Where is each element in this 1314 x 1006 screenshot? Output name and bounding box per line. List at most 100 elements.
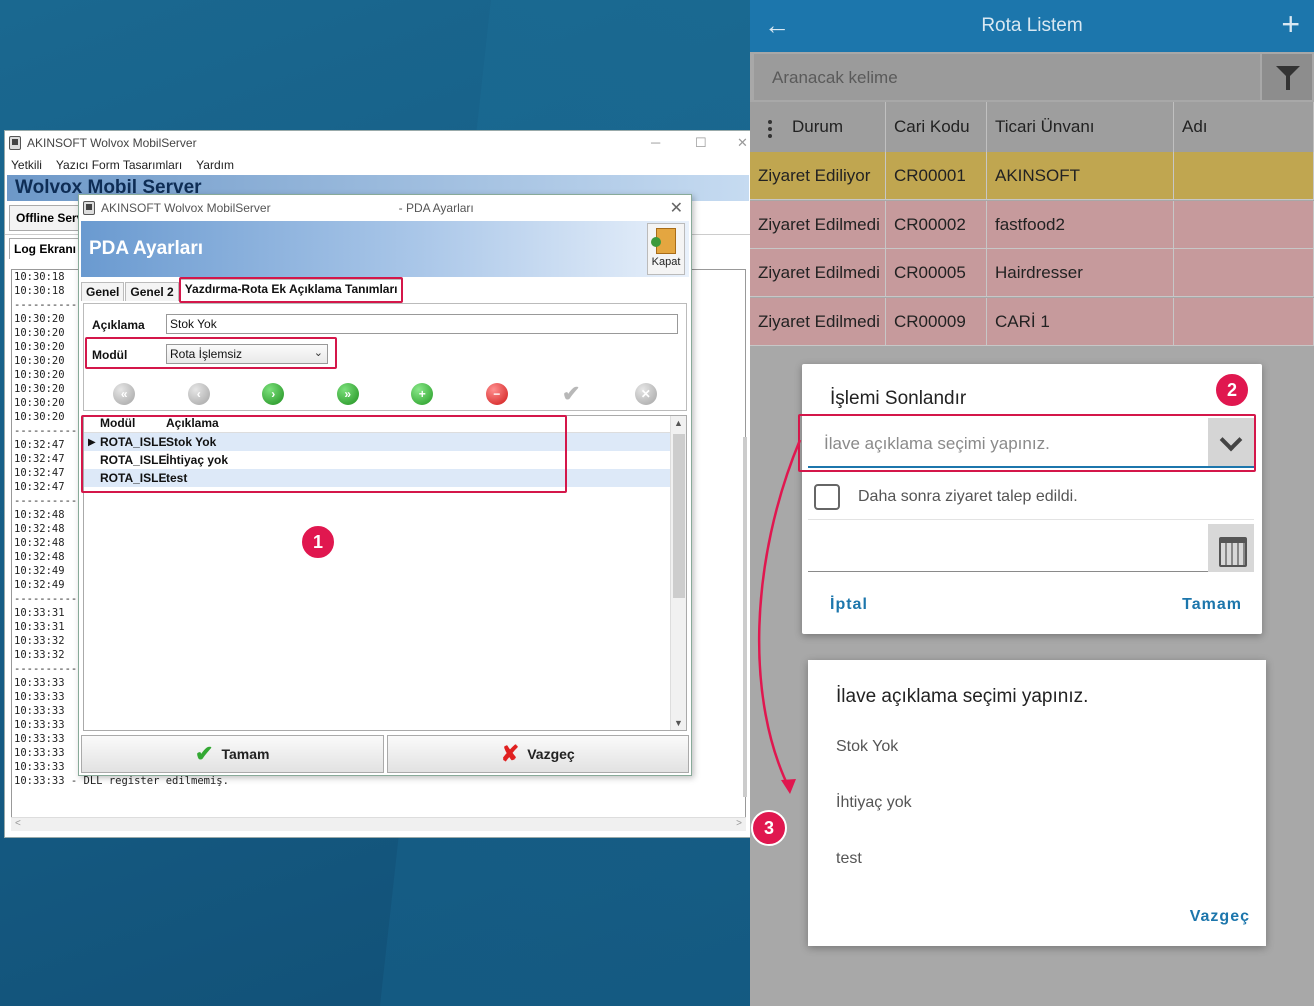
menu-yardim[interactable]: Yardım: [196, 158, 234, 172]
check-icon: ✔: [195, 741, 214, 766]
later-visit-row[interactable]: Daha sonra ziyaret talep edildi.: [808, 472, 1254, 520]
col-cari-kodu[interactable]: Cari Kodu: [886, 102, 987, 152]
minimize-icon[interactable]: ─: [651, 135, 660, 150]
app-bar: ← Rota Listem +: [750, 0, 1314, 52]
step-badge-3: 3: [751, 810, 787, 846]
close-icon[interactable]: ✕: [737, 135, 748, 151]
islemi-sonlandir-dialog: İşlemi Sonlandır İlave açıklama seçimi y…: [802, 364, 1262, 634]
pda-settings-dialog: AKINSOFT Wolvox MobilServer - PDA Ayarla…: [78, 194, 692, 776]
highlight-grid: [81, 415, 567, 493]
exit-door-icon: [651, 228, 676, 254]
navigator-bar: « ‹ › » + − ✔ ✕: [87, 381, 683, 407]
close-icon[interactable]: ✕: [670, 198, 683, 218]
search-placeholder: Aranacak kelime: [772, 68, 898, 87]
x-icon: ✘: [500, 741, 520, 766]
highlight-tab: [179, 277, 403, 303]
mobile-screen: ← Rota Listem + Aranacak kelime Durum Ca…: [750, 0, 1314, 1006]
grid-scrollbar[interactable]: ▲ ▼: [670, 416, 686, 730]
vazgec-button[interactable]: ✘ Vazgeç: [386, 735, 689, 773]
menu-yazici-form[interactable]: Yazıcı Form Tasarımları: [56, 158, 182, 172]
post-record-icon[interactable]: ✔: [560, 381, 582, 406]
pda-titlebar: AKINSOFT Wolvox MobilServer - PDA Ayarla…: [79, 195, 691, 221]
vertical-scrollbar[interactable]: [743, 437, 747, 797]
picker-option[interactable]: test: [836, 850, 862, 868]
add-icon[interactable]: +: [1281, 6, 1300, 43]
aciklama-label: Açıklama: [92, 318, 145, 332]
cell-ticari-unvani: fastfood2: [987, 200, 1174, 249]
scroll-left-icon[interactable]: <: [15, 818, 21, 829]
date-input[interactable]: [808, 524, 1254, 572]
tab-genel[interactable]: Genel: [81, 282, 125, 301]
pda-title-right: - PDA Ayarları: [398, 201, 474, 215]
prev-record-icon[interactable]: ‹: [187, 383, 210, 405]
cell-adi: [1174, 152, 1314, 200]
add-record-icon[interactable]: +: [411, 383, 434, 405]
highlight-modul: [85, 337, 337, 369]
app-icon: [9, 136, 21, 150]
picker-option[interactable]: Stok Yok: [836, 738, 898, 756]
horizontal-scrollbar[interactable]: < >: [11, 817, 746, 831]
cell-ticari-unvani: Hairdresser: [987, 249, 1174, 297]
vazgec-label: Vazgeç: [527, 746, 575, 762]
col-adi[interactable]: Adı: [1174, 102, 1314, 152]
pda-header-title: PDA Ayarları: [89, 238, 204, 259]
cell-adi: [1174, 249, 1314, 297]
cell-durum: Ziyaret Edilmedi: [750, 297, 886, 346]
col-durum[interactable]: Durum: [750, 102, 886, 152]
scroll-up-icon[interactable]: ▲: [674, 418, 683, 428]
app-bar-title: Rota Listem: [981, 15, 1083, 36]
maximize-icon[interactable]: ☐: [695, 135, 707, 151]
step-badge-1: 1: [300, 524, 336, 560]
log-line: 10:33:33 - DLL register edilmemiş.: [14, 775, 229, 787]
scroll-right-icon[interactable]: >: [736, 818, 742, 829]
main-window-title: AKINSOFT Wolvox MobilServer: [27, 136, 197, 150]
dialog-buttons: ✔ Tamam ✘ Vazgeç: [81, 735, 689, 773]
table-row[interactable]: Ziyaret Edilmedi CR00009 CARİ 1: [750, 297, 1314, 346]
picker-vazgec-button[interactable]: Vazgeç: [1190, 908, 1250, 926]
cell-cari-kodu: CR00001: [886, 152, 987, 200]
pda-header: PDA Ayarları Kapat: [81, 221, 689, 277]
later-visit-label: Daha sonra ziyaret talep edildi.: [858, 488, 1078, 505]
cell-ticari-unvani: AKINSOFT: [987, 152, 1174, 200]
table-row[interactable]: Ziyaret Edilmedi CR00002 fastfood2: [750, 200, 1314, 249]
aciklama-input[interactable]: Stok Yok: [166, 314, 678, 334]
filter-icon[interactable]: [1262, 54, 1312, 100]
cell-cari-kodu: CR00002: [886, 200, 987, 249]
app-icon: [83, 201, 95, 215]
search-input[interactable]: Aranacak kelime: [754, 54, 1260, 100]
main-window-titlebar: AKINSOFT Wolvox MobilServer ─ ☐ ✕: [5, 131, 751, 155]
iptal-button[interactable]: İptal: [830, 596, 868, 614]
cell-durum: Ziyaret Ediliyor: [750, 152, 886, 200]
dialog-tamam-button[interactable]: Tamam: [1182, 596, 1242, 614]
kapat-label: Kapat: [651, 256, 681, 268]
picker-option[interactable]: İhtiyaç yok: [836, 794, 912, 812]
pda-title-left: AKINSOFT Wolvox MobilServer: [101, 201, 271, 215]
cell-adi: [1174, 297, 1314, 346]
next-record-icon[interactable]: ›: [262, 383, 285, 405]
table-header: Durum Cari Kodu Ticari Ünvanı Adı: [750, 102, 1314, 152]
more-vert-icon[interactable]: [768, 120, 772, 141]
tab-genel-2[interactable]: Genel 2: [125, 282, 179, 301]
cell-durum: Ziyaret Edilmedi: [750, 249, 886, 297]
kapat-button[interactable]: Kapat: [647, 223, 685, 275]
scroll-down-icon[interactable]: ▼: [674, 718, 683, 728]
menu-bar: Yetkili Yazıcı Form Tasarımları Yardım: [5, 155, 751, 175]
table-row[interactable]: Ziyaret Edilmedi CR00005 Hairdresser: [750, 249, 1314, 297]
step-badge-2: 2: [1214, 372, 1250, 408]
later-visit-checkbox[interactable]: [814, 484, 840, 510]
cell-ticari-unvani: CARİ 1: [987, 297, 1174, 346]
cell-cari-kodu: CR00005: [886, 249, 987, 297]
tamam-button[interactable]: ✔ Tamam: [81, 735, 384, 773]
table-row[interactable]: Ziyaret Ediliyor CR00001 AKINSOFT: [750, 152, 1314, 200]
menu-yetkili[interactable]: Yetkili: [11, 158, 42, 172]
delete-record-icon[interactable]: −: [485, 383, 508, 405]
tamam-label: Tamam: [221, 746, 270, 762]
tab-log-ekrani[interactable]: Log Ekranı: [9, 238, 82, 259]
first-record-icon[interactable]: «: [113, 383, 136, 405]
scroll-thumb[interactable]: [673, 434, 685, 598]
cancel-record-icon[interactable]: ✕: [634, 383, 657, 405]
col-ticari-unvani[interactable]: Ticari Ünvanı: [987, 102, 1174, 152]
last-record-icon[interactable]: »: [336, 383, 359, 405]
calendar-icon[interactable]: [1208, 524, 1254, 572]
col-durum-label: Durum: [792, 117, 844, 136]
